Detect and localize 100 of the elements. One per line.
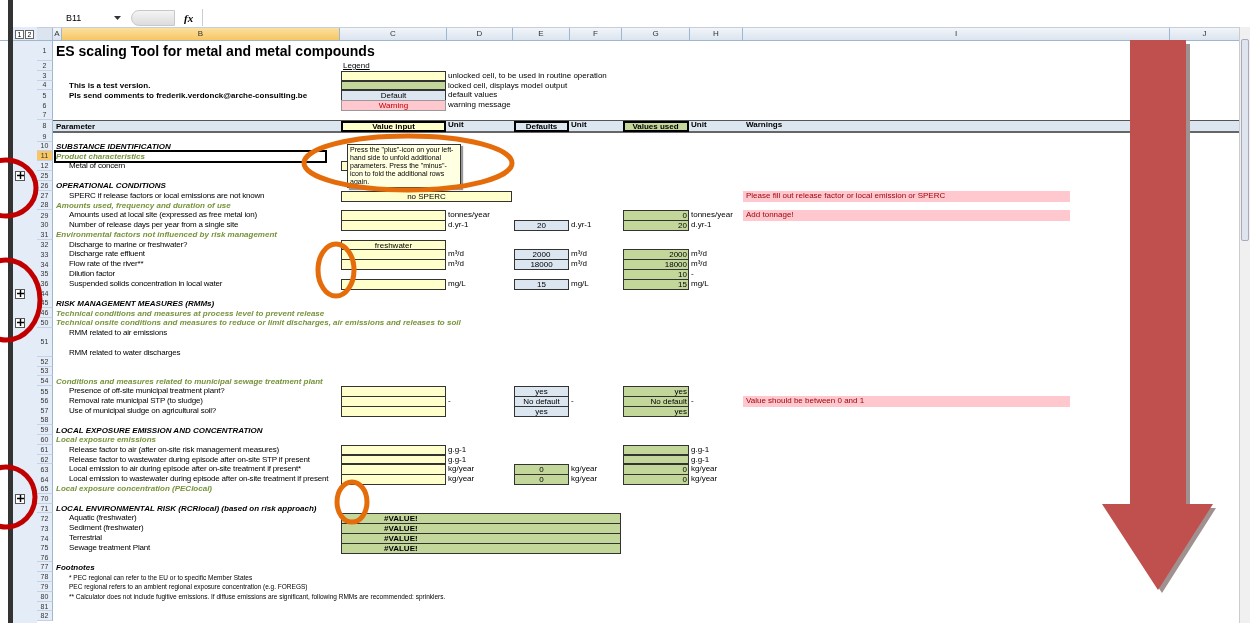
scrollbar-thumb[interactable] [1241,39,1249,241]
output-cell: 0 [514,474,569,486]
default-cell: 18000 [514,259,569,271]
scrollbar[interactable] [1239,27,1250,623]
unit-label: tonnes/year [690,210,733,222]
unit-label: - [690,268,694,280]
column-header[interactable]: C [340,28,447,40]
input-cell[interactable] [341,395,446,407]
legend-text: unlocked cell, to be used in routine operation [447,70,607,81]
unit-label: m³/d [690,249,707,260]
warning-cell: Add tonnage! [743,210,1070,222]
expand-button[interactable] [15,317,25,328]
parameter-label: Aquatic (freshwater) [69,513,137,523]
unit-label: m³/d [570,249,587,260]
resize-handle[interactable] [131,9,175,26]
parameter-label: Amounts used at local site (expressed as free metal ion) [69,210,257,220]
output-cell: 15 [623,278,689,290]
parameter-label: Sediment (freshwater) [69,523,144,533]
output-cell [623,454,689,465]
output-cell [623,444,689,455]
column-title: Warnings [745,119,783,131]
parameter-label: Metal of concern [69,161,125,171]
subsection-heading: Technical conditions and measures at process level to prevent release [56,308,325,318]
parameter-label: Local emission to wastewater during episode after on-site treatment if present [69,474,329,484]
column-header[interactable]: F [570,28,622,40]
output-cell: 20 [623,219,689,231]
parameter-label: SPERC if release factors or local emissions are not known [69,190,265,200]
expand-button[interactable] [15,288,25,299]
parameter-label: Dilution factor [69,268,115,278]
highlight-ellipse [334,479,370,525]
section-heading: SUBSTANCE IDENTIFICATION [56,141,171,151]
input-cell[interactable] [341,219,446,231]
output-cell: 0 [623,474,689,486]
column-header[interactable]: B [62,28,340,40]
input-cell[interactable] [341,210,446,222]
input-cell[interactable] [341,278,446,290]
parameter-label: Sewage treatment Plant [69,542,150,552]
unit-label: mg/L [690,278,709,290]
parameter-label: Discharge to marine or freshwater? [69,239,188,249]
parameter-label: RMM related to water discharges [69,347,181,357]
output-cell: 10 [623,268,689,280]
input-cell[interactable] [341,474,446,486]
input-cell[interactable] [341,464,446,476]
subsection-heading: Conditions and measures related to municipal sewage treatment plant [56,376,323,386]
unit-label: mg/L [570,278,589,290]
unit-label: g.g-1 [690,454,710,465]
expand-button[interactable] [15,493,25,504]
default-cell: 15 [514,278,569,290]
legend-heading: Legend [342,61,370,71]
highlight-ellipse [315,241,357,299]
warning-cell: Value should be between 0 and 1 [743,395,1070,407]
unit-label: - [570,395,574,407]
subsection-heading: Local exposure emissions [56,435,157,445]
default-cell: 20 [514,219,569,231]
unit-label: g.g-1 [690,444,710,455]
column-title: Unit [447,119,464,131]
input-cell[interactable] [341,405,446,417]
input-cell[interactable] [341,444,446,455]
unit-label: kg/year [447,474,475,486]
parameter-label: Flow rate of the river** [69,259,144,269]
input-cell[interactable] [341,259,446,271]
column-title: Unit [690,119,707,131]
column-header[interactable]: J [1170,28,1240,40]
parameter-label: Release factor to wastewater during episode after on-site STP if present [69,454,310,464]
column-header[interactable]: H [690,28,743,40]
unit-label: mg/L [447,278,466,290]
column-header[interactable]: G [622,28,690,40]
unit-label: - [690,395,694,407]
dropdown-cell[interactable]: no SPERC [341,190,512,202]
column-header[interactable]: D [447,28,513,40]
unit-label: kg/year [570,474,598,486]
unit-label: kg/year [690,474,718,486]
name-box[interactable]: B11 [50,10,125,25]
section-heading: RISK MANAGEMENT MEASURES (RMMs) [56,298,215,308]
input-cell[interactable] [341,386,446,398]
sheet-title: ES scaling Tool for metal and metal compounds [56,43,375,59]
function-label[interactable]: fx [181,11,197,24]
unit-label: - [447,395,451,407]
input-cell[interactable] [341,70,446,81]
unit-label: g.g-1 [447,454,467,465]
subsection-heading: Local exposure concentration (PEClocal) [56,484,213,494]
parameter-label: Presence of off-site municipal treatment plant? [69,386,225,396]
parameter-label: Local emission to air during episode after on-site treatment if present* [69,464,301,474]
column-header[interactable]: I [743,28,1170,40]
note-text: Pls send comments to frederik.verdonck@arche-consulting.be [69,91,308,101]
input-cell[interactable] [341,454,446,465]
parameter-label: RMM related to air emissions [69,327,167,337]
unit-label: d.yr-1 [447,219,469,231]
expand-button[interactable] [15,170,25,181]
legend-text: warning message [447,100,511,112]
section-heading: LOCAL EXPOSURE EMISSION AND CONCENTRATION [56,425,263,435]
unit-label: m³/d [447,259,464,271]
unit-label: tonnes/year [447,210,490,222]
section-heading: OPERATIONAL CONDITIONS [56,181,166,191]
column-header[interactable]: E [513,28,570,40]
column-title: Values used [623,120,689,132]
parameter-label: Suspended solids concentration in local water [69,278,223,288]
column-title[interactable]: Value input [341,120,446,132]
subsection-heading: Product characteristics [56,151,325,161]
subsection-heading: Technical onsite conditions and measures to reduce or limit discharges, air emissions and releases to soil [56,318,461,328]
